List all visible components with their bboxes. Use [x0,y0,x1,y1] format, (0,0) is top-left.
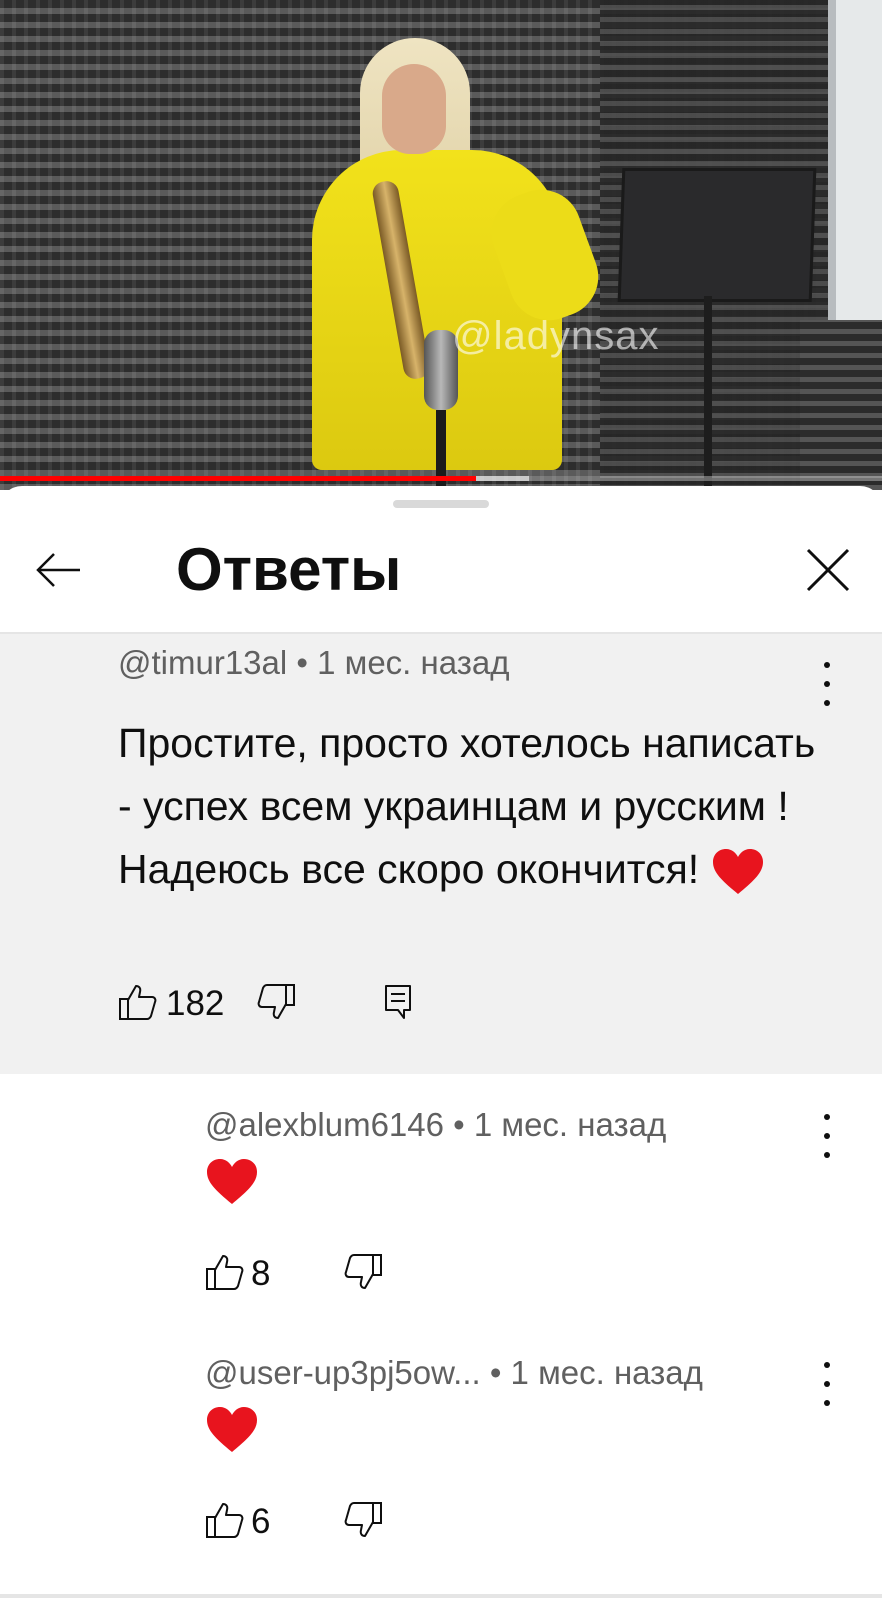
video-watermark: @ladynsax [452,314,660,358]
like-button[interactable] [205,1500,245,1540]
comment-author[interactable]: @timur13al [118,644,287,681]
video-window [828,0,882,345]
parent-comment: @timur13al • 1 мес. назад Простите, прос… [0,634,882,1074]
like-count: 6 [251,1502,271,1541]
close-button[interactable] [796,538,860,602]
divider [0,1594,882,1598]
video-music-stand [617,168,817,302]
replies-sheet: Ответы @timur13al • 1 мес. назад Простит… [0,486,882,1600]
video-ledge [800,320,882,490]
thumb-down-icon [344,1502,382,1537]
reply-text [205,1406,259,1459]
close-icon [806,548,850,592]
comment-actions: 182 [118,982,438,1026]
reply-button[interactable] [378,982,418,1022]
back-button[interactable] [30,540,90,600]
more-options-button[interactable] [812,1114,842,1158]
heart-emoji-icon [712,849,763,895]
reply-item: @user-up3pj5ow... • 1 мес. назад 6 [0,1344,882,1554]
comment-time: 1 мес. назад [317,644,510,681]
meta-separator: • [480,1354,511,1391]
reply-author[interactable]: @alexblum6146 [205,1106,444,1143]
thumb-down-icon [344,1254,382,1289]
thumb-up-icon [119,985,157,1020]
video-player[interactable]: @ladynsax [0,0,882,490]
dislike-button[interactable] [343,1500,383,1540]
reply-time: 1 мес. назад [473,1106,667,1143]
reply-meta: @user-up3pj5ow... • 1 мес. назад [205,1354,703,1392]
meta-separator: • [287,644,318,681]
like-button[interactable] [118,982,158,1022]
reply-actions: 6 [205,1500,405,1544]
progress-buffer [476,476,530,481]
thumb-up-icon [206,1255,244,1290]
more-options-button[interactable] [812,662,842,706]
sheet-header: Ответы [0,522,882,626]
thumb-up-icon [206,1503,244,1538]
reply-author[interactable]: @user-up3pj5ow... [205,1354,481,1391]
more-options-button[interactable] [812,1362,842,1406]
page-title: Ответы [176,536,402,603]
like-count: 182 [166,984,225,1023]
reply-actions: 8 [205,1252,405,1296]
dislike-button[interactable] [343,1252,383,1292]
meta-separator: • [443,1106,474,1143]
dislike-button[interactable] [256,982,296,1022]
reply-text [205,1158,259,1211]
reply-time: 1 мес. назад [510,1354,703,1391]
thumb-down-icon [257,984,295,1019]
reply-item: @alexblum6146 • 1 мес. назад 8 [0,1096,882,1306]
like-button[interactable] [205,1252,245,1292]
heart-emoji-icon [207,1407,257,1452]
like-count: 8 [251,1254,271,1293]
reply-meta: @alexblum6146 • 1 мес. назад [205,1106,666,1144]
comment-meta: @timur13al • 1 мес. назад [118,644,509,682]
video-stand-pole [704,296,712,490]
comment-text: Простите, просто хотелось написать - усп… [118,712,838,901]
arrow-left-icon [36,553,80,587]
drag-handle[interactable] [393,500,489,508]
heart-emoji-icon [207,1159,257,1204]
reply-icon [385,985,411,1019]
video-person-face [382,64,446,154]
progress-bar[interactable] [0,476,477,481]
